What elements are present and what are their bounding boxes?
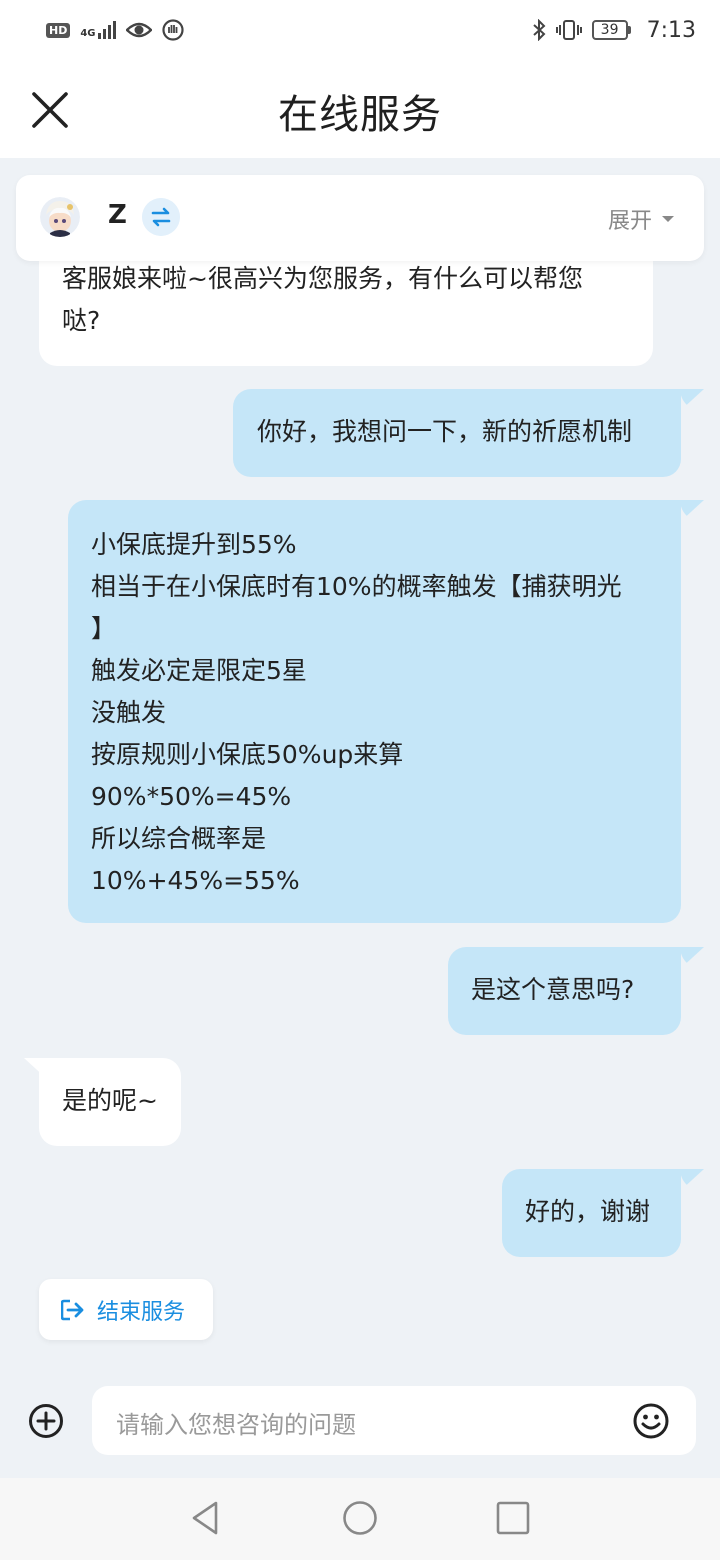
network-label: 4G xyxy=(80,28,96,39)
battery-level: 39 xyxy=(591,20,628,40)
swap-icon[interactable] xyxy=(142,198,180,236)
message-line: 触发必定是限定5星 xyxy=(91,656,307,685)
hand-icon xyxy=(161,19,184,41)
recents-icon[interactable] xyxy=(495,1500,531,1536)
status-right: 39 7:13 xyxy=(532,18,696,43)
bubble-tail xyxy=(680,389,704,411)
message-input[interactable]: 请输入您想咨询的问题 xyxy=(92,1386,696,1455)
bubble-tail xyxy=(680,947,704,969)
end-service-button[interactable]: 结束服务 xyxy=(39,1279,213,1340)
vibrate-icon xyxy=(555,20,582,40)
message-line: 没触发 xyxy=(91,698,167,727)
end-service-label: 结束服务 xyxy=(97,1299,186,1325)
input-placeholder: 请输入您想咨询的问题 xyxy=(116,1411,356,1439)
message-line: 90%*50%=45% xyxy=(91,782,292,811)
add-icon[interactable] xyxy=(28,1403,64,1439)
signal-icon: 4G xyxy=(80,21,116,39)
eye-icon xyxy=(125,22,152,38)
message-line: 10%+45%=55% xyxy=(91,866,300,895)
message-line: 所以综合概率是 xyxy=(91,824,267,853)
agent-message: 是的呢~ xyxy=(39,1058,181,1146)
message-line: 你好，我想问一下，新的祈愿机制 xyxy=(257,417,633,446)
back-icon[interactable] xyxy=(188,1500,224,1536)
bubble-tail xyxy=(680,1169,704,1191)
message-line: 是的呢~ xyxy=(62,1086,158,1115)
agent-card[interactable]: Z 展开 xyxy=(16,175,704,261)
message-line: 相当于在小保底时有10%的概率触发【捕获明光 xyxy=(91,572,622,601)
message-line: 哒? xyxy=(62,306,101,335)
expand-button[interactable]: 展开 xyxy=(608,203,674,235)
status-bar: HD 4G 39 7:13 xyxy=(0,0,720,60)
user-message: 好的，谢谢 xyxy=(502,1169,681,1257)
user-message: 小保底提升到55% 相当于在小保底时有10%的概率触发【捕获明光 】 触发必定是… xyxy=(68,500,681,923)
page-title: 在线服务 xyxy=(278,92,442,138)
agent-name: Z xyxy=(108,200,127,230)
status-left: HD 4G xyxy=(46,19,184,41)
hd-icon: HD xyxy=(46,22,71,38)
system-nav-bar xyxy=(0,1478,720,1560)
user-message: 是这个意思吗? xyxy=(448,947,681,1035)
message-line: 是这个意思吗? xyxy=(471,975,635,1004)
input-bar: 请输入您想咨询的问题 xyxy=(0,1370,720,1478)
message-line: 小保底提升到55% xyxy=(91,530,297,559)
message-line: 按原规则小保底50%up来算 xyxy=(91,740,404,769)
app-bar: 在线服务 xyxy=(0,60,720,158)
message-line: 】 xyxy=(91,614,117,643)
clock: 7:13 xyxy=(646,17,696,43)
avatar[interactable] xyxy=(40,197,80,237)
battery-icon: 39 xyxy=(591,20,631,40)
user-message: 你好，我想问一下，新的祈愿机制 xyxy=(233,389,681,477)
bluetooth-icon xyxy=(532,19,546,41)
expand-label: 展开 xyxy=(607,209,652,234)
message-line: 好的，谢谢 xyxy=(525,1197,651,1226)
logout-icon xyxy=(61,1299,84,1320)
bubble-tail xyxy=(680,500,704,522)
message-line: 客服娘来啦~很高兴为您服务，有什么可以帮您 xyxy=(62,264,583,293)
emoji-icon[interactable] xyxy=(632,1402,670,1440)
home-icon[interactable] xyxy=(342,1500,378,1536)
chevron-down-icon xyxy=(662,216,674,222)
